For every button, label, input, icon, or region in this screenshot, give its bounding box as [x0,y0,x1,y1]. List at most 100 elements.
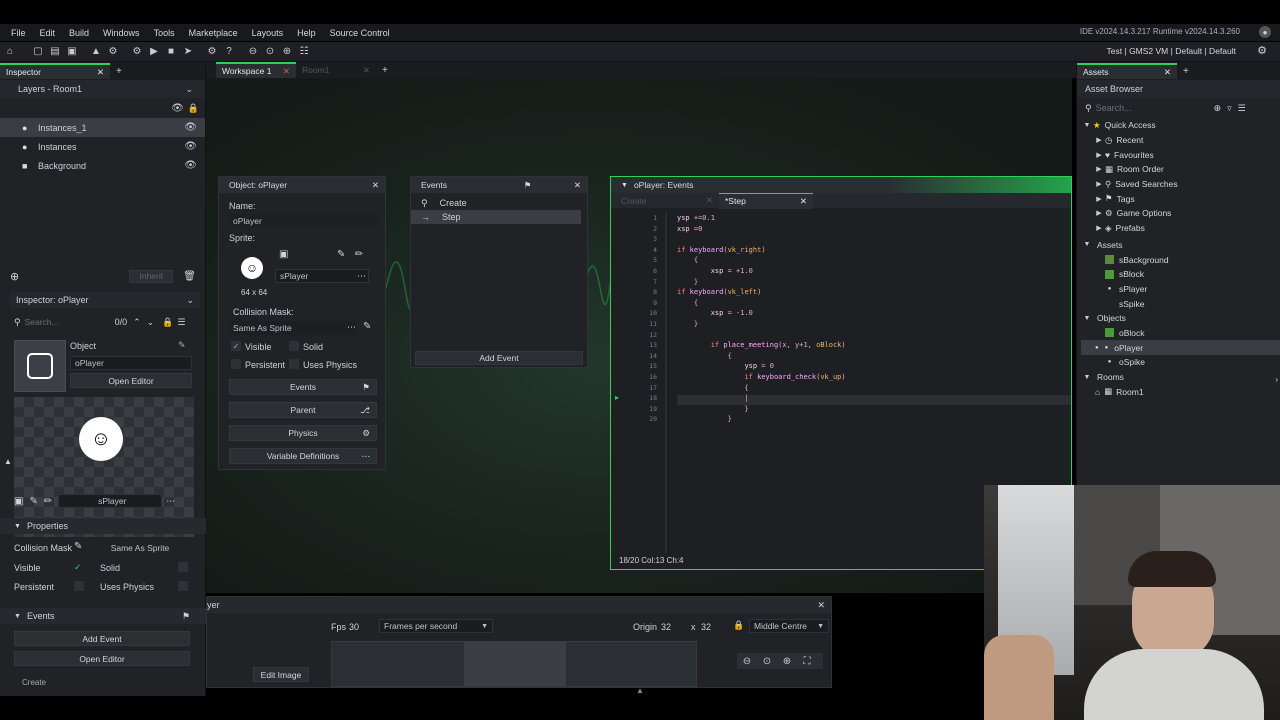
brush-icon[interactable]: ✏ [44,496,52,507]
eye-icon[interactable]: 👁 [184,141,197,152]
frame-selected[interactable] [464,642,566,686]
code-window-titlebar[interactable]: ▼ oPlayer: Events [611,177,1071,193]
package-icon[interactable]: ⚙ [106,45,120,59]
tab-workspace-1[interactable]: Workspace 1 ✕ [216,62,296,78]
code-line[interactable]: xsp = +1.0 [677,266,846,277]
menu-file[interactable]: File [11,28,26,38]
event-item-create[interactable]: ⚲ Create [411,196,587,210]
close-icon[interactable]: ✕ [817,600,825,611]
zoom-reset-icon[interactable]: ⊙ [263,45,277,59]
inspector-header[interactable]: Inspector: oPlayer ⌄ [10,292,200,308]
tree-prefabs[interactable]: ▶ ◈ Prefabs [1081,221,1280,236]
menu-icon[interactable]: ☰ [177,317,185,328]
sprite-edit-icon[interactable]: ✎ [337,249,345,260]
add-event-button[interactable]: Add Event [415,351,583,365]
delete-layer-icon[interactable]: 🗑 [183,271,196,282]
frame-strip[interactable] [331,641,697,687]
lock-icon[interactable]: 🔒 [733,620,744,631]
code-line[interactable]: xsp = -1.0 [677,308,846,319]
eye-icon[interactable]: 👁 [184,122,197,133]
open-editor-button[interactable]: Open Editor [70,373,192,388]
add-layer-icon[interactable]: ⊕ [10,270,19,283]
collapse-arrow-icon[interactable]: ▲ [4,457,12,466]
lock-icon[interactable]: 🔒 [162,317,173,328]
code-line[interactable]: ysp +=0.1 [677,213,846,224]
code-line[interactable]: xsp =0 [677,224,846,235]
close-icon[interactable]: ✕ [372,180,379,191]
layer-row-background[interactable]: ■ Background 👁 [0,156,205,175]
code-line[interactable]: } [677,414,846,425]
uses-physics-checkbox[interactable] [289,359,299,369]
new-project-icon[interactable]: ▢ [31,45,45,59]
tree-rooms[interactable]: ▼ Rooms [1081,370,1280,385]
target-selector[interactable]: Test | GMS2 VM | Default | Default [1107,46,1236,56]
tree-room-room1[interactable]: ⌂ ▦ Room1 [1081,384,1280,399]
code-line[interactable]: { [677,298,846,309]
zoom-in-icon[interactable]: ⊕ [280,45,294,59]
tab-assets[interactable]: Assets ✕ [1077,63,1177,79]
code-line[interactable]: { [677,255,846,266]
open-project-icon[interactable]: ▤ [48,45,62,59]
code-line[interactable]: { [677,351,846,362]
variable-definitions-button[interactable]: Variable Definitions ⋯ [229,448,377,464]
solid-checkbox[interactable] [178,562,188,572]
tree-object-oblock[interactable]: oBlock [1081,326,1280,341]
code-line[interactable]: } [677,319,846,330]
properties-header[interactable]: ▼ Properties [0,518,206,534]
chevron-down-icon[interactable]: ⌄ [147,317,155,328]
asset-search-input[interactable]: Search... [1096,103,1196,113]
code-line[interactable]: if keyboard(vk_right) [677,245,846,256]
close-icon[interactable]: ✕ [283,66,290,77]
chevron-down-icon[interactable]: ⌄ [185,84,193,95]
edit-icon[interactable]: ✎ [178,340,186,351]
tree-favourites[interactable]: ▶ ♥ Favourites [1081,147,1280,162]
event-item-step[interactable]: → Step [411,210,581,224]
add-event-button[interactable]: Add Event [14,631,190,646]
origin-mode-select[interactable]: Middle Centre ▼ [749,619,829,633]
sprite-editor-titlebar[interactable]: yer ✕ [207,597,831,613]
more-icon[interactable]: ⋯ [347,322,356,333]
add-tab-icon[interactable]: + [382,65,388,76]
help-icon[interactable]: ? [222,45,236,59]
code-line[interactable]: | [677,393,846,404]
visible-checkbox[interactable]: ✓ [74,562,82,573]
menu-tools[interactable]: Tools [154,28,175,38]
tree-sprite-splayer[interactable]: ● sPlayer [1081,282,1280,297]
brush-icon[interactable]: ✏ [355,249,363,260]
events-header[interactable]: ▼ Events ⚑ [0,608,206,624]
flag-icon[interactable]: ⚑ [524,180,532,190]
parent-button[interactable]: Parent ⎇ [229,402,377,418]
solid-checkbox[interactable] [289,341,299,351]
menu-build[interactable]: Build [69,28,89,38]
zoom-out-icon[interactable]: ⊖ [740,654,754,668]
save-icon[interactable]: ▣ [65,45,79,59]
menu-windows[interactable]: Windows [103,28,140,38]
close-icon[interactable]: ✕ [800,196,807,207]
persistent-checkbox[interactable] [231,359,241,369]
layers-header[interactable]: Layers - Room1 ⌄ [0,80,205,98]
tree-object-oplayer[interactable]: ● ● oPlayer [1081,340,1280,355]
origin-y[interactable]: 32 [701,622,711,632]
eye-icon[interactable]: 👁 [171,103,184,114]
tree-room-order[interactable]: ▶ ▦ Room Order [1081,162,1280,177]
origin-x[interactable]: 32 [661,622,671,632]
fps-value[interactable]: 30 [349,622,359,632]
menu-icon[interactable]: ☰ [1238,103,1246,114]
tree-assets[interactable]: ▼ Assets [1081,238,1280,253]
layer-row-instances-1[interactable]: ● Instances_1 👁 [0,118,205,137]
code-line[interactable]: if keyboard(vk_left) [677,287,846,298]
sprite-edit-icon[interactable]: ✎ [29,496,37,507]
tree-recent[interactable]: ▶ ◷ Recent [1081,133,1280,148]
events-button[interactable]: Events ⚑ [229,379,377,395]
tab-inspector[interactable]: Inspector ✕ [0,63,110,79]
tree-quick-access[interactable]: ▼ ★ Quick Access [1081,118,1280,133]
tree-objects[interactable]: ▼ Objects [1081,311,1280,326]
mask-edit-icon[interactable]: ✎ [363,321,371,332]
code-line[interactable]: } [677,404,846,415]
debug-icon[interactable]: ⚙ [130,45,144,59]
eye-icon[interactable]: 👁 [184,160,197,171]
close-icon[interactable]: ✕ [574,180,581,190]
add-tab-icon[interactable]: + [1183,66,1189,77]
run-icon[interactable]: ▶ [147,45,161,59]
close-icon[interactable]: ✕ [363,65,370,76]
